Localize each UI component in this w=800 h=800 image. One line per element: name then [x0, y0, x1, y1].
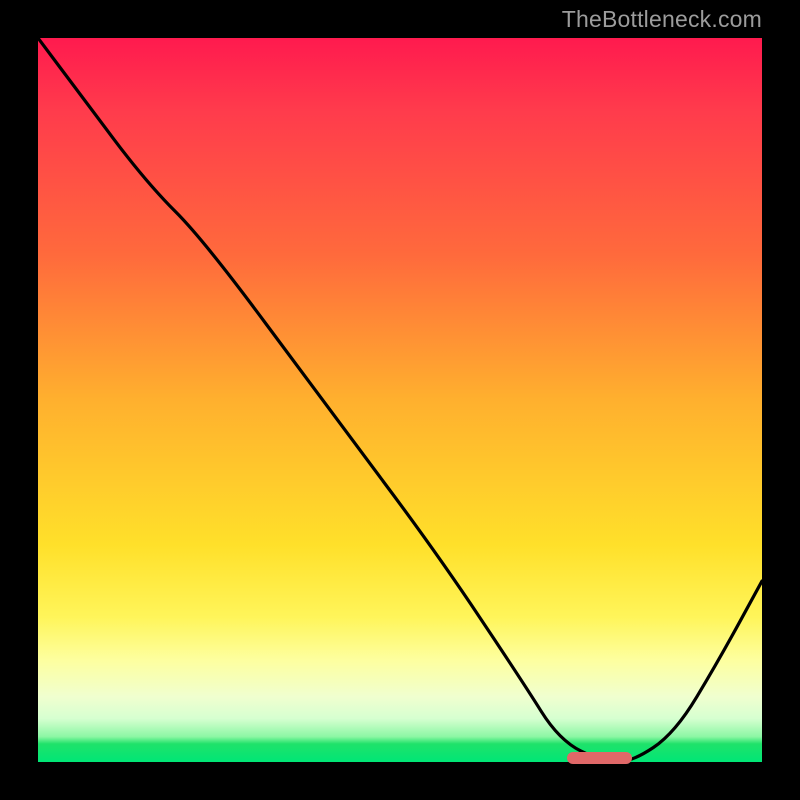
bottleneck-curve-svg — [38, 38, 762, 762]
chart-frame: TheBottleneck.com — [0, 0, 800, 800]
bottleneck-curve — [38, 38, 762, 762]
optimum-marker — [567, 752, 632, 764]
watermark-text: TheBottleneck.com — [562, 6, 762, 33]
